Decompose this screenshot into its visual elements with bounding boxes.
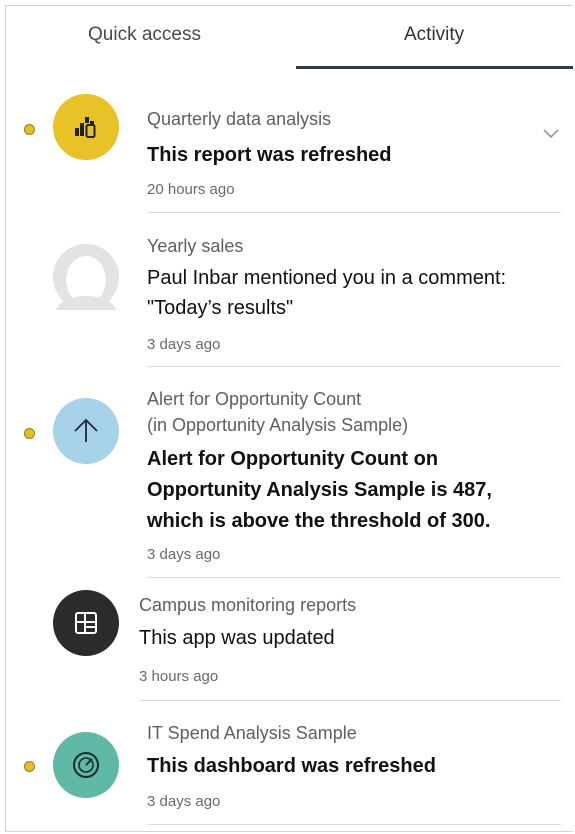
user-avatar-icon	[53, 244, 119, 310]
divider	[147, 212, 561, 213]
activity-timestamp: 20 hours ago	[147, 181, 235, 198]
activity-headline: This dashboard was refreshed	[147, 755, 436, 777]
unread-indicator	[24, 428, 35, 439]
activity-headline-line2: Opportunity Analysis Sample is 487,	[147, 479, 492, 501]
activity-context: IT Spend Analysis Sample	[147, 723, 357, 743]
activity-headline-line1: Alert for Opportunity Count on	[147, 448, 439, 470]
unread-indicator	[24, 761, 35, 772]
activity-context-line2: (in Opportunity Analysis Sample)	[147, 415, 409, 435]
app-grid-icon	[53, 590, 119, 656]
tab-activity[interactable]: Activity	[404, 24, 464, 46]
activity-headline-line2: "Today’s results"	[147, 297, 294, 319]
active-tab-indicator	[296, 66, 573, 69]
activity-context: Quarterly data analysis	[147, 109, 332, 129]
activity-headline-line1: Paul Inbar mentioned you in a comment:	[147, 267, 507, 289]
divider	[147, 366, 561, 367]
unread-indicator	[24, 124, 35, 135]
divider	[147, 577, 561, 578]
activity-timestamp: 3 hours ago	[139, 668, 219, 685]
activity-headline-line3: which is above the threshold of 300.	[147, 510, 491, 532]
divider	[147, 824, 561, 825]
activity-timestamp: 3 days ago	[147, 546, 221, 563]
activity-context: Yearly sales	[147, 236, 244, 256]
tab-quick-access[interactable]: Quick access	[88, 24, 201, 46]
activity-timestamp: 3 days ago	[147, 793, 221, 810]
divider	[139, 700, 561, 701]
activity-timestamp: 3 days ago	[147, 336, 221, 353]
activity-headline: This app was updated	[139, 627, 335, 649]
activity-headline: This report was refreshed	[147, 144, 392, 166]
activity-panel: Quick access Activity Quarterly data ana…	[5, 5, 573, 832]
chevron-down-icon[interactable]	[542, 128, 560, 140]
report-icon	[53, 94, 119, 160]
activity-context-line1: Alert for Opportunity Count	[147, 389, 362, 409]
activity-context: Campus monitoring reports	[139, 595, 357, 615]
arrow-up-icon	[53, 398, 119, 464]
tab-bar: Quick access Activity	[6, 6, 573, 70]
gauge-icon	[53, 732, 119, 798]
